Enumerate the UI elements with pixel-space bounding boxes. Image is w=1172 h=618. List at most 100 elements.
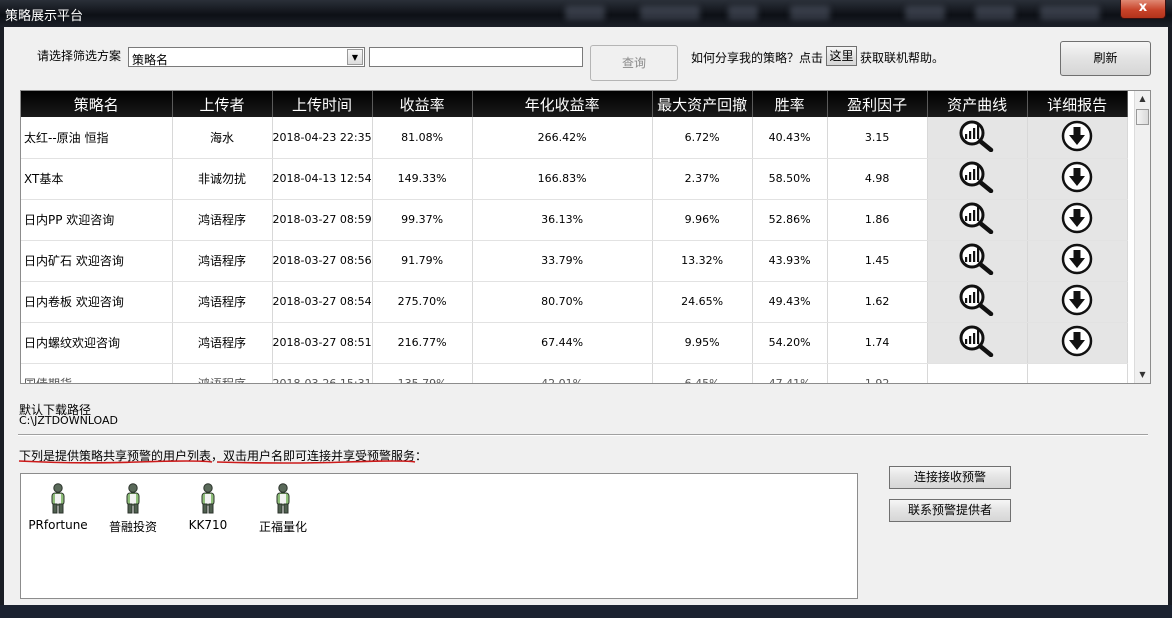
upload-time-cell: 2018-03-27 08:56	[272, 240, 373, 282]
strategy-name-cell: 国债期货	[21, 363, 173, 383]
red-underline-annotation	[18, 460, 213, 464]
blurred-taskbar-region	[565, 6, 605, 20]
user-list-item[interactable]: KK710	[168, 480, 248, 532]
table-row[interactable]: 日内PP 欢迎咨询 鸿语程序 2018-03-27 08:59 99.37% 36.13…	[21, 199, 1128, 241]
chevron-down-icon[interactable]: ▼	[347, 49, 363, 65]
asset-curve-cell[interactable]	[927, 158, 1028, 200]
profit-factor-cell: 3.15	[827, 117, 928, 159]
column-header[interactable]: 详细报告	[1027, 91, 1128, 117]
detail-report-cell[interactable]	[1027, 117, 1128, 159]
uploader-cell: 海水	[172, 117, 273, 159]
win-rate-cell: 52.86%	[752, 199, 828, 241]
alert-user-list[interactable]: PRfortune 普融投资 KK710 正福量化	[20, 473, 858, 599]
red-underline-annotation	[216, 460, 416, 464]
close-button[interactable]: x	[1120, 0, 1166, 19]
contact-provider-button[interactable]: 联系预警提供者	[889, 499, 1011, 522]
blurred-taskbar-region	[790, 6, 830, 20]
column-header[interactable]: 上传时间	[272, 91, 373, 117]
column-header[interactable]: 资产曲线	[927, 91, 1028, 117]
strategy-name-cell: 日内矿石 欢迎咨询	[21, 240, 173, 282]
table-row[interactable]: 日内矿石 欢迎咨询 鸿语程序 2018-03-27 08:56 91.79% 33.79…	[21, 240, 1128, 282]
download-arrow-icon[interactable]	[1061, 284, 1093, 319]
user-figure-icon	[18, 483, 98, 515]
asset-curve-cell[interactable]	[927, 363, 1028, 383]
asset-curve-cell[interactable]	[927, 117, 1028, 159]
detail-report-cell[interactable]	[1027, 240, 1128, 282]
refresh-button[interactable]: 刷新	[1060, 41, 1151, 76]
user-list-item[interactable]: PRfortune	[18, 480, 98, 532]
strategy-name-cell: 日内卷板 欢迎咨询	[21, 281, 173, 323]
download-arrow-icon[interactable]	[1061, 202, 1093, 237]
download-arrow-icon[interactable]	[1061, 120, 1093, 155]
return-cell: 81.08%	[372, 117, 473, 159]
scroll-down-arrow-icon[interactable]: ▼	[1135, 367, 1150, 383]
scroll-up-arrow-icon[interactable]: ▲	[1135, 91, 1150, 107]
user-list-item[interactable]: 正福量化	[243, 480, 323, 535]
detail-report-cell[interactable]	[1027, 158, 1128, 200]
asset-curve-cell[interactable]	[927, 240, 1028, 282]
table-row[interactable]: 日内卷板 欢迎咨询 鸿语程序 2018-03-27 08:54 275.70% 80.7…	[21, 281, 1128, 323]
uploader-cell: 鸿语程序	[172, 240, 273, 282]
win-rate-cell: 43.93%	[752, 240, 828, 282]
max-drawdown-cell: 9.96%	[652, 199, 753, 241]
user-name: 普融投资	[108, 520, 157, 534]
column-header[interactable]: 年化收益率	[472, 91, 653, 117]
return-cell: 149.33%	[372, 158, 473, 200]
column-header[interactable]: 盈利因子	[827, 91, 928, 117]
return-cell: 91.79%	[372, 240, 473, 282]
uploader-cell: 鸿语程序	[172, 363, 273, 383]
table-row[interactable]: XT基本 非诚勿扰 2018-04-13 12:54 149.33% 166.83% 2.…	[21, 158, 1128, 200]
scrollbar-thumb[interactable]	[1136, 109, 1149, 125]
filter-scheme-label: 请选择筛选方案	[37, 49, 122, 63]
profit-factor-cell: 1.45	[827, 240, 928, 282]
column-header[interactable]: 上传者	[172, 91, 273, 117]
query-button[interactable]: 查询	[590, 45, 678, 81]
window-title: 策略展示平台	[5, 9, 84, 24]
column-header[interactable]: 胜率	[752, 91, 828, 117]
filter-scheme-select[interactable]: 策略名 ▼	[128, 47, 365, 67]
user-figure-icon	[243, 483, 323, 515]
magnifier-chart-icon[interactable]	[958, 202, 996, 237]
annual-return-cell: 67.44%	[472, 322, 653, 364]
blurred-taskbar-region	[1040, 6, 1100, 20]
asset-curve-cell[interactable]	[927, 281, 1028, 323]
detail-report-cell[interactable]	[1027, 363, 1128, 383]
strategy-name-cell: 太红--原油 恒指	[21, 117, 173, 159]
upload-time-cell: 2018-04-13 12:54	[272, 158, 373, 200]
magnifier-chart-icon[interactable]	[958, 243, 996, 278]
search-input[interactable]	[369, 47, 583, 67]
uploader-cell: 非诚勿扰	[172, 158, 273, 200]
table-header-row: 策略名 上传者 上传时间 收益率 年化收益率 最大资产回撤 胜率 盈利因子 资产…	[21, 91, 1128, 117]
connect-alert-button[interactable]: 连接接收预警	[889, 466, 1011, 489]
return-cell: 135.79%	[372, 363, 473, 383]
table-scrollbar[interactable]: ▲ ▼	[1134, 91, 1150, 383]
annual-return-cell: 80.70%	[472, 281, 653, 323]
magnifier-chart-icon[interactable]	[958, 120, 996, 155]
download-arrow-icon[interactable]	[1061, 325, 1093, 360]
win-rate-cell: 40.43%	[752, 117, 828, 159]
magnifier-chart-icon[interactable]	[958, 284, 996, 319]
table-row[interactable]: 国债期货 鸿语程序 2018-03-26 15:31 135.79% 42.01% 6.4…	[21, 363, 1128, 383]
share-help-link-button[interactable]: 这里	[826, 46, 857, 66]
download-arrow-icon[interactable]	[1061, 243, 1093, 278]
table-row[interactable]: 日内螺纹欢迎咨询 鸿语程序 2018-03-27 08:51 216.77% 67.44…	[21, 322, 1128, 364]
user-name: 正福量化	[258, 520, 307, 534]
magnifier-chart-icon[interactable]	[958, 161, 996, 196]
column-header[interactable]: 收益率	[372, 91, 473, 117]
window-bottom-edge	[0, 605, 1172, 618]
column-header[interactable]: 策略名	[21, 91, 173, 117]
column-header[interactable]: 最大资产回撤	[652, 91, 753, 117]
table-row[interactable]: 太红--原油 恒指 海水 2018-04-23 22:35 81.08% 266.42%…	[21, 117, 1128, 159]
strategy-name-cell: XT基本	[21, 158, 173, 200]
magnifier-chart-icon[interactable]	[958, 325, 996, 360]
detail-report-cell[interactable]	[1027, 199, 1128, 241]
user-list-item[interactable]: 普融投资	[93, 480, 173, 535]
asset-curve-cell[interactable]	[927, 199, 1028, 241]
max-drawdown-cell: 13.32%	[652, 240, 753, 282]
blurred-taskbar-region	[728, 6, 758, 20]
strategy-table[interactable]: 策略名 上传者 上传时间 收益率 年化收益率 最大资产回撤 胜率 盈利因子 资产…	[20, 90, 1151, 384]
detail-report-cell[interactable]	[1027, 322, 1128, 364]
detail-report-cell[interactable]	[1027, 281, 1128, 323]
asset-curve-cell[interactable]	[927, 322, 1028, 364]
download-arrow-icon[interactable]	[1061, 161, 1093, 196]
